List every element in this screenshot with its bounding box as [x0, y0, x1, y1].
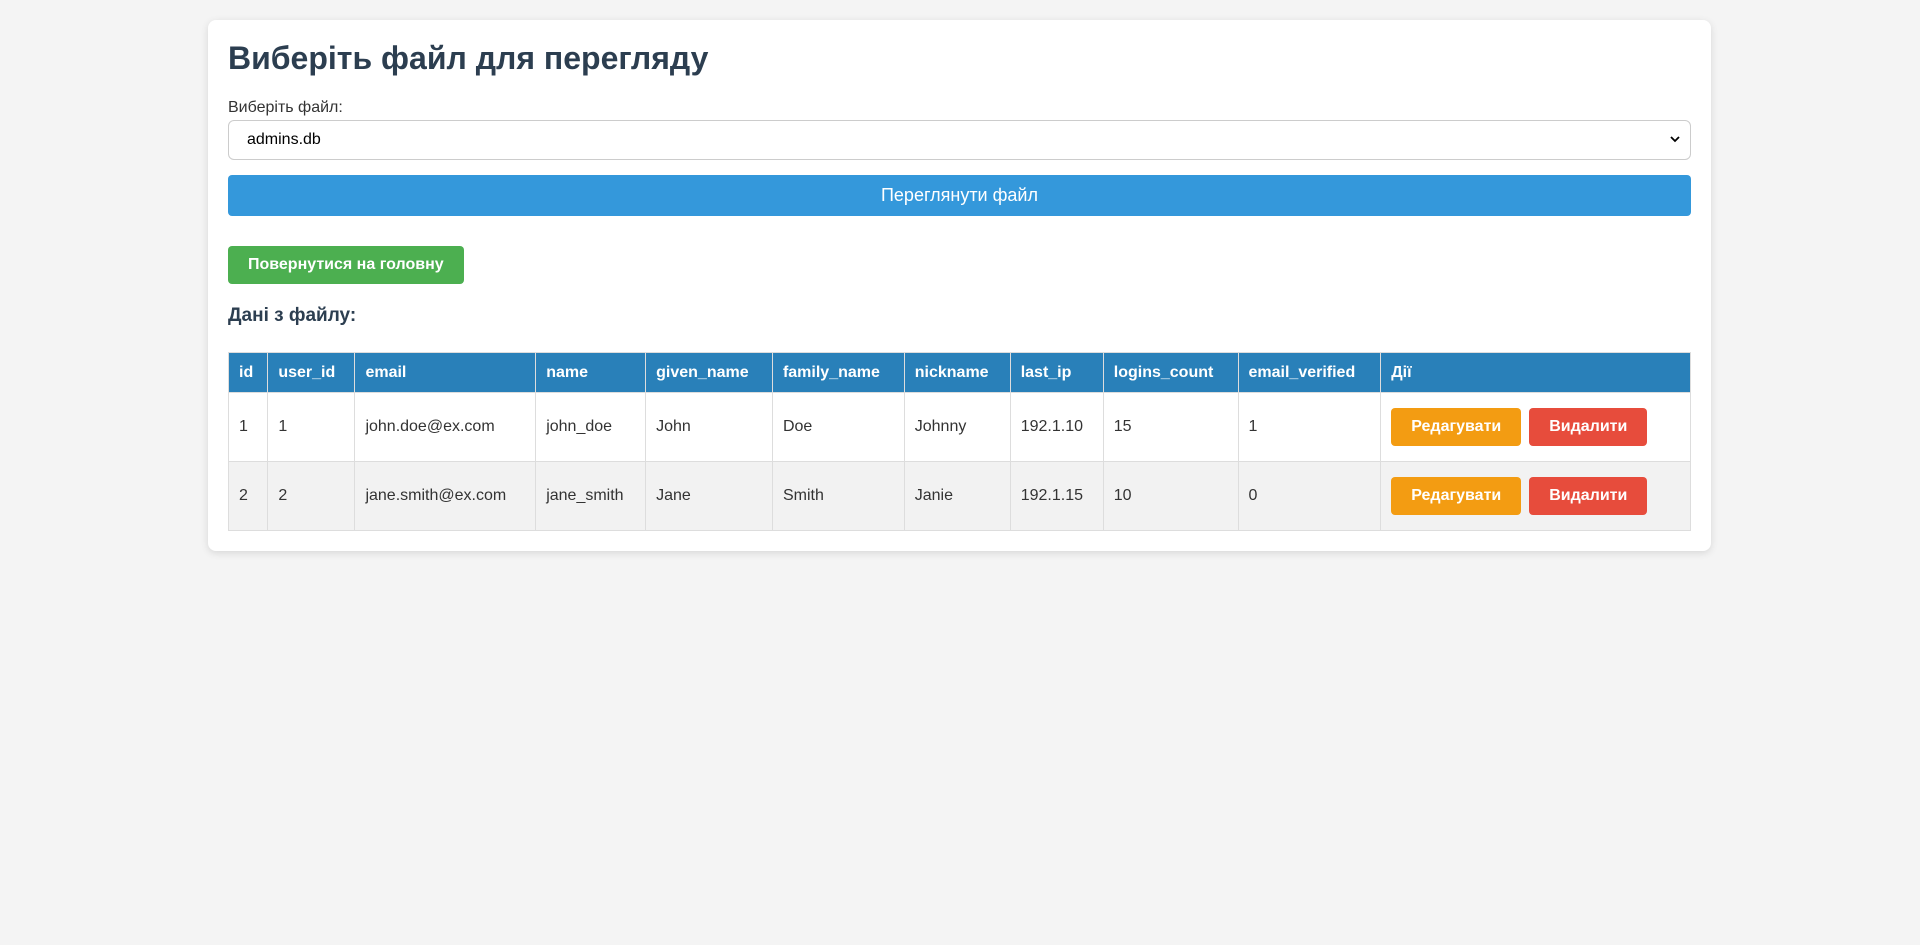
cell-user-id: 1	[267, 392, 356, 462]
cell-id: 2	[227, 461, 269, 531]
data-heading: Дані з файлу:	[228, 305, 357, 326]
back-home-button[interactable]: Повернутися на головну	[228, 246, 464, 284]
delete-button[interactable]: Видалити	[1529, 477, 1648, 515]
cell-nickname: Janie	[903, 461, 1011, 531]
cell-logins-count: 15	[1102, 392, 1239, 462]
column-header-nickname: nickname	[903, 352, 1011, 393]
table-row: 1 1 john.doe@ex.com john_doe John Doe Jo…	[227, 392, 1691, 462]
cell-given-name: John	[645, 392, 773, 462]
cell-email-verified: 1	[1237, 392, 1382, 462]
cell-name: john_doe	[535, 392, 647, 462]
cell-nickname: Johnny	[903, 392, 1011, 462]
cell-id: 1	[227, 392, 269, 462]
cell-email: jane.smith@ex.com	[354, 461, 537, 531]
chevron-down-icon	[1670, 136, 1680, 143]
table-header-row: id user_id email name given_name family_…	[227, 352, 1691, 393]
cell-email-verified: 0	[1237, 461, 1382, 531]
file-select[interactable]: admins.db	[228, 120, 1691, 160]
cell-email: john.doe@ex.com	[354, 392, 537, 462]
table-row: 2 2 jane.smith@ex.com jane_smith Jane Sm…	[227, 461, 1691, 531]
column-header-last-ip: last_ip	[1009, 352, 1104, 393]
file-select-value: admins.db	[247, 131, 321, 148]
column-header-email: email	[354, 352, 537, 393]
cell-last-ip: 192.1.15	[1009, 461, 1104, 531]
edit-button[interactable]: Редагувати	[1391, 477, 1522, 515]
cell-actions: Редагувати Видалити	[1380, 461, 1691, 531]
edit-button[interactable]: Редагувати	[1391, 408, 1522, 446]
cell-name: jane_smith	[535, 461, 647, 531]
column-header-user-id: user_id	[267, 352, 356, 393]
cell-actions: Редагувати Видалити	[1380, 392, 1691, 462]
column-header-email-verified: email_verified	[1237, 352, 1382, 393]
cell-user-id: 2	[267, 461, 356, 531]
column-header-id: id	[227, 352, 269, 393]
column-header-actions: Дії	[1380, 352, 1691, 393]
cell-family-name: Doe	[771, 392, 905, 462]
column-header-family-name: family_name	[771, 352, 905, 393]
cell-given-name: Jane	[645, 461, 773, 531]
view-file-button[interactable]: Переглянути файл	[228, 175, 1691, 216]
column-header-name: name	[535, 352, 647, 393]
column-header-logins-count: logins_count	[1102, 352, 1239, 393]
file-viewer-card: Виберіть файл для перегляду Виберіть фай…	[208, 20, 1711, 551]
cell-last-ip: 192.1.10	[1009, 392, 1104, 462]
file-select-label: Виберіть файл:	[228, 99, 343, 116]
cell-family-name: Smith	[771, 461, 905, 531]
delete-button[interactable]: Видалити	[1529, 408, 1648, 446]
cell-logins-count: 10	[1102, 461, 1239, 531]
page-title: Виберіть файл для перегляду	[228, 40, 709, 76]
data-table: id user_id email name given_name family_…	[227, 352, 1691, 531]
column-header-given-name: given_name	[645, 352, 773, 393]
